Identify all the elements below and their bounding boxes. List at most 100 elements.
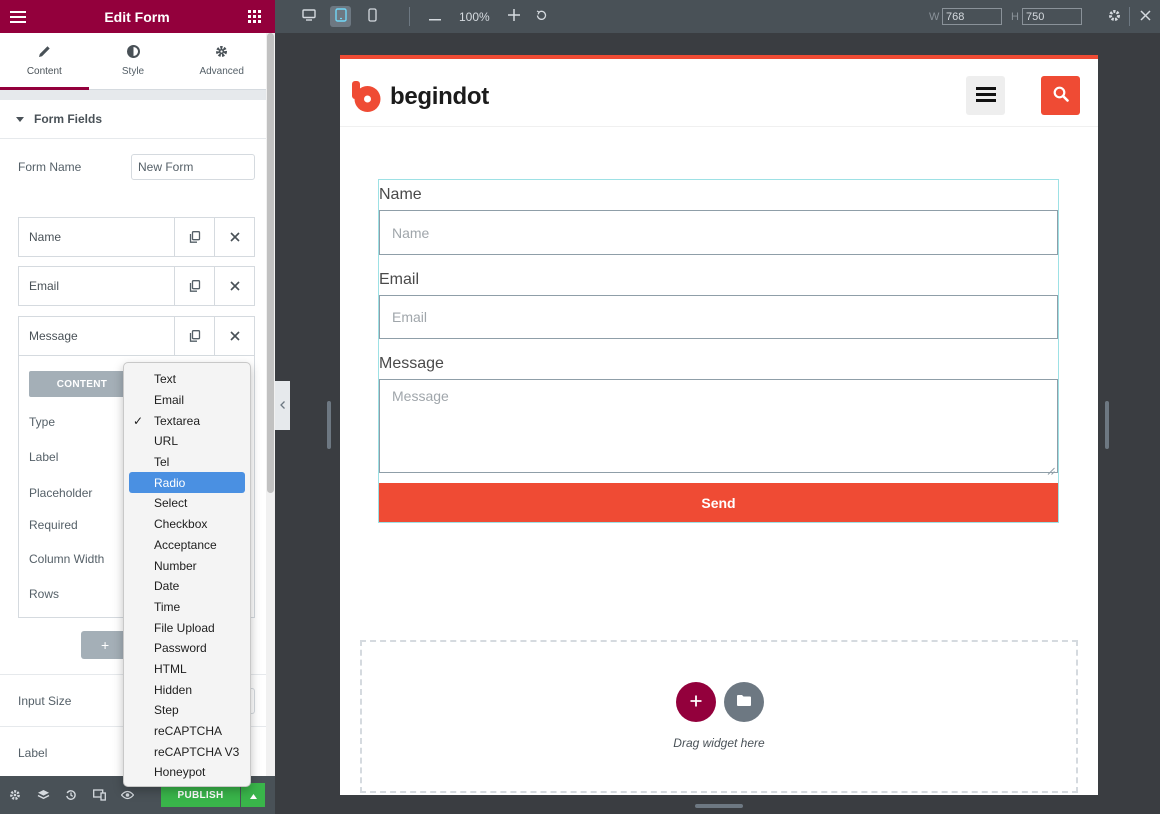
repeater-item-message[interactable]: Message	[18, 316, 255, 356]
send-button[interactable]: Send	[379, 483, 1058, 522]
type-option[interactable]: HTML	[129, 659, 245, 680]
type-option[interactable]: Text	[129, 369, 245, 390]
name-input[interactable]: Name	[379, 210, 1058, 255]
responsive-toolbar: 100% W 768 H 750	[275, 0, 1160, 33]
type-option[interactable]: Radio	[129, 472, 245, 494]
type-option[interactable]: Hidden	[129, 679, 245, 700]
duplicate-icon[interactable]	[174, 267, 214, 305]
logo-mark-icon	[352, 81, 382, 113]
search-button[interactable]	[1041, 76, 1080, 115]
caret-up-icon	[249, 788, 257, 802]
site-logo[interactable]: begindot	[352, 81, 489, 113]
pencil-icon	[38, 45, 51, 61]
type-option-label: Password	[154, 641, 207, 656]
settings-icon[interactable]	[8, 788, 22, 802]
layers-icon[interactable]	[36, 788, 50, 802]
resize-handle-right[interactable]	[1105, 401, 1109, 449]
width-input[interactable]: 768	[942, 8, 1002, 25]
resize-grip-icon[interactable]	[1047, 462, 1055, 475]
tab-content-label: Content	[26, 66, 62, 77]
tab-advanced[interactable]: Advanced	[177, 33, 266, 89]
type-option-label: Step	[154, 703, 179, 718]
message-textarea[interactable]: Message	[379, 379, 1058, 475]
device-settings-button[interactable]	[1105, 0, 1123, 33]
reset-zoom-button[interactable]	[532, 0, 550, 33]
close-icon[interactable]	[214, 317, 254, 355]
form-name-input[interactable]: New Form	[131, 154, 255, 180]
tab-content[interactable]: Content	[0, 33, 89, 90]
height-label: H	[1011, 10, 1019, 23]
type-option-label: Checkbox	[154, 517, 208, 532]
placeholder-label: Placeholder	[29, 486, 93, 500]
resize-handle-left[interactable]	[327, 401, 331, 449]
repeater-item-title[interactable]: Name	[19, 218, 174, 256]
type-option[interactable]: Tel	[129, 452, 245, 473]
type-option-label: URL	[154, 434, 179, 449]
eye-icon[interactable]	[120, 788, 134, 802]
type-option[interactable]: ✓ Textarea	[129, 410, 245, 431]
add-section-button[interactable]	[676, 682, 716, 722]
tab-style[interactable]: Style	[89, 33, 178, 89]
type-option[interactable]: Number	[129, 555, 245, 576]
repeater-item-email[interactable]: Email	[18, 266, 255, 306]
type-option-label: Honeypot	[154, 765, 206, 780]
tablet-view-button[interactable]	[330, 6, 351, 27]
type-option[interactable]: Acceptance	[129, 535, 245, 556]
widget-drop-zone[interactable]: Drag widget here	[360, 640, 1078, 793]
column-width-label: Column Width	[29, 552, 105, 566]
type-dropdown-list[interactable]: Text Email ✓ Textarea URL Tel Radio Select Check…	[123, 362, 251, 787]
add-template-button[interactable]	[724, 682, 764, 722]
menu-toggle-button[interactable]	[966, 76, 1005, 115]
repeater-item-title[interactable]: Email	[19, 267, 174, 305]
type-option[interactable]: URL	[129, 431, 245, 452]
panel-header: Edit Form	[0, 0, 275, 33]
hamburger-menu-icon[interactable]	[10, 10, 26, 23]
type-option[interactable]: Password	[129, 638, 245, 659]
field-content-tab[interactable]: CONTENT	[29, 371, 135, 397]
desktop-view-button[interactable]	[299, 0, 319, 33]
type-option[interactable]: Select	[129, 493, 245, 514]
site-header: begindot	[340, 59, 1098, 127]
type-option[interactable]: reCAPTCHA V3	[129, 741, 245, 762]
close-toolbar-button[interactable]	[1136, 0, 1154, 33]
input-size-label: Input Size	[18, 693, 72, 708]
desktop-icon	[302, 9, 316, 24]
plus-icon	[508, 9, 520, 24]
history-icon[interactable]	[64, 788, 78, 802]
type-option[interactable]: Checkbox	[129, 514, 245, 535]
type-option-label: Number	[154, 558, 197, 573]
tab-advanced-label: Advanced	[199, 66, 244, 77]
type-option[interactable]: reCAPTCHA	[129, 721, 245, 742]
repeater-item-title[interactable]: Message	[19, 317, 174, 355]
panel-collapse-button[interactable]	[275, 381, 290, 430]
type-option[interactable]: Time	[129, 597, 245, 618]
section-form-fields[interactable]: Form Fields	[0, 100, 266, 139]
zoom-out-button[interactable]	[426, 0, 444, 33]
logo-text: begindot	[390, 83, 489, 110]
close-icon[interactable]	[214, 218, 254, 256]
duplicate-icon[interactable]	[174, 218, 214, 256]
type-option[interactable]: Date	[129, 576, 245, 597]
close-icon[interactable]	[214, 267, 254, 305]
height-input[interactable]: 750	[1022, 8, 1082, 25]
type-option[interactable]: Step	[129, 700, 245, 721]
type-option-label: Date	[154, 579, 180, 594]
duplicate-icon[interactable]	[174, 317, 214, 355]
reset-icon	[536, 9, 547, 24]
responsive-icon[interactable]	[92, 788, 106, 802]
mobile-view-button[interactable]	[364, 0, 380, 33]
type-option[interactable]: File Upload	[129, 617, 245, 638]
scrollbar-thumb[interactable]	[267, 33, 274, 493]
type-option-label: reCAPTCHA	[154, 724, 223, 739]
panel-scrollbar[interactable]	[266, 33, 275, 776]
zoom-in-button[interactable]	[505, 0, 523, 33]
widgets-grid-icon[interactable]	[248, 10, 261, 23]
type-option[interactable]: Email	[129, 390, 245, 411]
type-option-label: Textarea	[154, 413, 201, 428]
repeater-item-name[interactable]: Name	[18, 217, 255, 257]
type-option[interactable]: Honeypot	[129, 762, 245, 783]
form-name-label: Form Name	[18, 160, 82, 174]
type-option-label: reCAPTCHA V3	[154, 744, 240, 759]
email-input[interactable]: Email	[379, 295, 1058, 339]
resize-handle-bottom[interactable]	[695, 804, 743, 808]
